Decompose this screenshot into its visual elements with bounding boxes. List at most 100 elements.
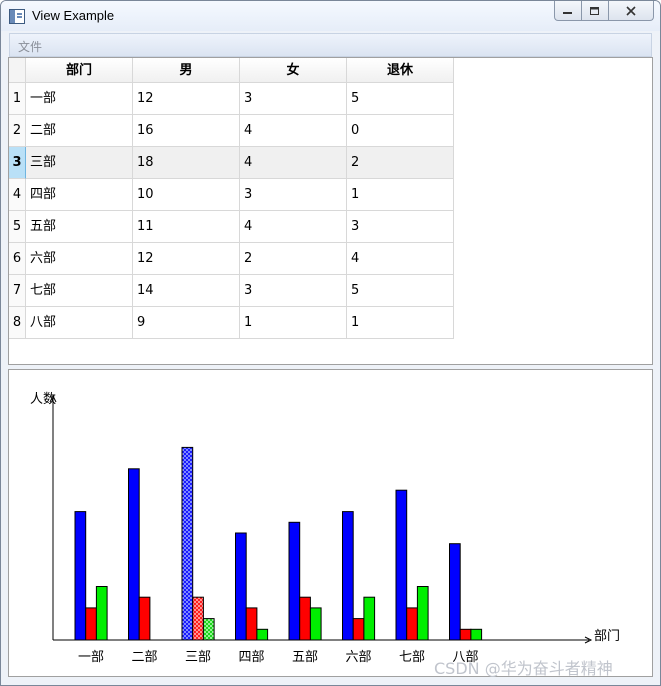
- table-cell[interactable]: 六部: [26, 243, 133, 275]
- row-header[interactable]: 4: [9, 179, 26, 211]
- table-row[interactable]: 2 二部 16 4 0: [9, 115, 454, 147]
- chart-view[interactable]: 人数 部门 一部 二部 三部 四部 五部 六部 七部 八部: [8, 369, 653, 677]
- table-cell[interactable]: 八部: [26, 307, 133, 339]
- bar-五部-series-3[interactable]: [309, 607, 322, 641]
- table-cell[interactable]: 12: [133, 83, 240, 115]
- table-cell[interactable]: 二部: [26, 115, 133, 147]
- table-cell[interactable]: 五部: [26, 211, 133, 243]
- bar-chart: 人数 部门 一部 二部 三部 四部 五部 六部 七部 八部: [30, 392, 620, 665]
- close-button[interactable]: [609, 1, 654, 21]
- table-row[interactable]: 4 四部 10 3 1: [9, 179, 454, 211]
- row-header[interactable]: 1: [9, 83, 26, 115]
- y-axis-label: 人数: [30, 392, 56, 407]
- table-cell[interactable]: 4: [240, 211, 347, 243]
- bar-四部-series-2[interactable]: [245, 607, 258, 641]
- table-cell[interactable]: 5: [347, 83, 454, 115]
- minimize-icon: [563, 11, 572, 14]
- row-header[interactable]: 2: [9, 115, 26, 147]
- x-tick-label: 三部: [185, 650, 211, 665]
- bar-六部-series-2[interactable]: [352, 618, 365, 641]
- table-corner-button[interactable]: [9, 58, 26, 83]
- x-tick-label: 七部: [399, 650, 425, 665]
- bar-四部-series-1[interactable]: [235, 532, 247, 641]
- bar-一部-series-1[interactable]: [74, 511, 87, 641]
- table-cell[interactable]: 3: [240, 83, 347, 115]
- bar-七部-series-3[interactable]: [416, 586, 429, 641]
- row-header[interactable]: 6: [9, 243, 26, 275]
- table-cell[interactable]: 三部: [26, 147, 133, 179]
- table-cell[interactable]: 16: [133, 115, 240, 147]
- bar-五部-series-2[interactable]: [299, 596, 311, 641]
- window-controls: [554, 1, 654, 21]
- table-cell[interactable]: 1: [347, 307, 454, 339]
- table-cell[interactable]: 18: [133, 147, 240, 179]
- bar-八部-series-2[interactable]: [459, 628, 472, 641]
- bar-三部-series-3[interactable]: [202, 618, 215, 641]
- bar-五部-series-1[interactable]: [288, 521, 301, 641]
- table-cell[interactable]: 1: [240, 307, 347, 339]
- row-header[interactable]: 7: [9, 275, 26, 307]
- table-cell[interactable]: 5: [347, 275, 454, 307]
- table-cell[interactable]: 4: [240, 115, 347, 147]
- table-cell[interactable]: 1: [347, 179, 454, 211]
- table-cell[interactable]: 4: [240, 147, 347, 179]
- table-row[interactable]: 1 一部 12 3 5: [9, 83, 454, 115]
- table-row[interactable]: 6 六部 12 2 4: [9, 243, 454, 275]
- x-tick-label: 六部: [345, 650, 371, 665]
- minimize-button[interactable]: [554, 1, 582, 21]
- column-header[interactable]: 女: [240, 58, 347, 83]
- row-header[interactable]: 3: [9, 147, 26, 179]
- table-cell[interactable]: 11: [133, 211, 240, 243]
- column-header[interactable]: 部门: [26, 58, 133, 83]
- x-axis-label: 部门: [594, 629, 620, 644]
- table-row[interactable]: 5 五部 11 4 3: [9, 211, 454, 243]
- bar-二部-series-1[interactable]: [128, 468, 140, 641]
- column-header[interactable]: 男: [133, 58, 240, 83]
- bar-七部-series-2[interactable]: [406, 607, 418, 641]
- bars-layer: [74, 446, 483, 641]
- row-header[interactable]: 5: [9, 211, 26, 243]
- bar-一部-series-2[interactable]: [85, 607, 97, 641]
- table-cell[interactable]: 12: [133, 243, 240, 275]
- window-title: View Example: [32, 8, 115, 23]
- bar-八部-series-3[interactable]: [470, 628, 483, 641]
- x-tick-label: 二部: [131, 650, 157, 665]
- bar-三部-series-1[interactable]: [181, 446, 194, 641]
- table-cell[interactable]: 2: [347, 147, 454, 179]
- table-row[interactable]: 7 七部 14 3 5: [9, 275, 454, 307]
- bar-八部-series-1[interactable]: [449, 543, 461, 641]
- table-cell[interactable]: 9: [133, 307, 240, 339]
- table-cell[interactable]: 3: [240, 179, 347, 211]
- table-cell[interactable]: 14: [133, 275, 240, 307]
- table-view[interactable]: 部门 男 女 退休 1 一部 12 3 5 2 二部 16 4 0 3 三部 1…: [8, 57, 653, 365]
- bar-一部-series-3[interactable]: [95, 586, 108, 641]
- title-bar[interactable]: View Example: [1, 1, 660, 31]
- menu-file[interactable]: 文件: [18, 38, 42, 55]
- table-cell[interactable]: 3: [240, 275, 347, 307]
- bar-六部-series-1[interactable]: [342, 511, 354, 641]
- bar-四部-series-3[interactable]: [256, 628, 269, 641]
- menu-bar: 文件: [9, 33, 652, 57]
- table-cell[interactable]: 4: [347, 243, 454, 275]
- bar-七部-series-1[interactable]: [395, 489, 408, 641]
- close-icon: [626, 5, 636, 16]
- table-cell[interactable]: 10: [133, 179, 240, 211]
- table-cell[interactable]: 3: [347, 211, 454, 243]
- table-row[interactable]: 8 八部 9 1 1: [9, 307, 454, 339]
- table-cell[interactable]: 0: [347, 115, 454, 147]
- bar-二部-series-2[interactable]: [138, 596, 151, 641]
- row-header[interactable]: 8: [9, 307, 26, 339]
- table-cell[interactable]: 七部: [26, 275, 133, 307]
- table-cell[interactable]: 2: [240, 243, 347, 275]
- table-header: 部门 男 女 退休: [26, 58, 454, 83]
- x-tick-label: 一部: [78, 650, 104, 665]
- maximize-button[interactable]: [582, 1, 609, 21]
- maximize-icon: [590, 6, 599, 15]
- app-icon: [9, 9, 25, 24]
- column-header[interactable]: 退休: [347, 58, 454, 83]
- table-cell[interactable]: 一部: [26, 83, 133, 115]
- table-cell[interactable]: 四部: [26, 179, 133, 211]
- bar-六部-series-3[interactable]: [363, 596, 376, 641]
- table-row-selected[interactable]: 3 三部 18 4 2: [9, 147, 454, 179]
- bar-三部-series-2[interactable]: [192, 596, 204, 641]
